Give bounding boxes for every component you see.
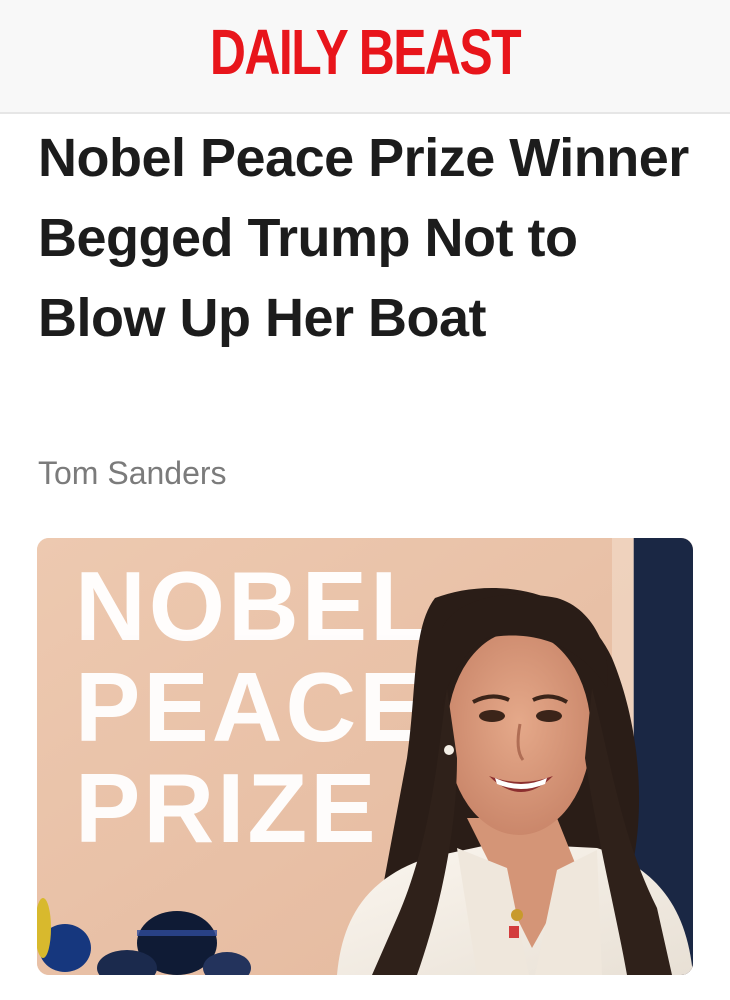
site-logo[interactable]: DAILY BEAST: [80, 12, 649, 92]
below-content-strip: [0, 990, 730, 1000]
backdrop-line-3: PRIZE: [75, 753, 379, 863]
article-headline[interactable]: Nobel Peace Prize Winner Begged Trump No…: [38, 118, 698, 358]
site-header: DAILY BEAST: [0, 0, 730, 114]
backdrop-line-1: NOBEL: [75, 551, 433, 661]
backdrop-line-2: PEACE: [75, 652, 428, 762]
article-author[interactable]: Tom Sanders: [38, 452, 227, 494]
article-hero-image[interactable]: NOBEL PEACE PRIZE: [37, 538, 693, 975]
hero-photo: NOBEL PEACE PRIZE: [37, 538, 693, 975]
